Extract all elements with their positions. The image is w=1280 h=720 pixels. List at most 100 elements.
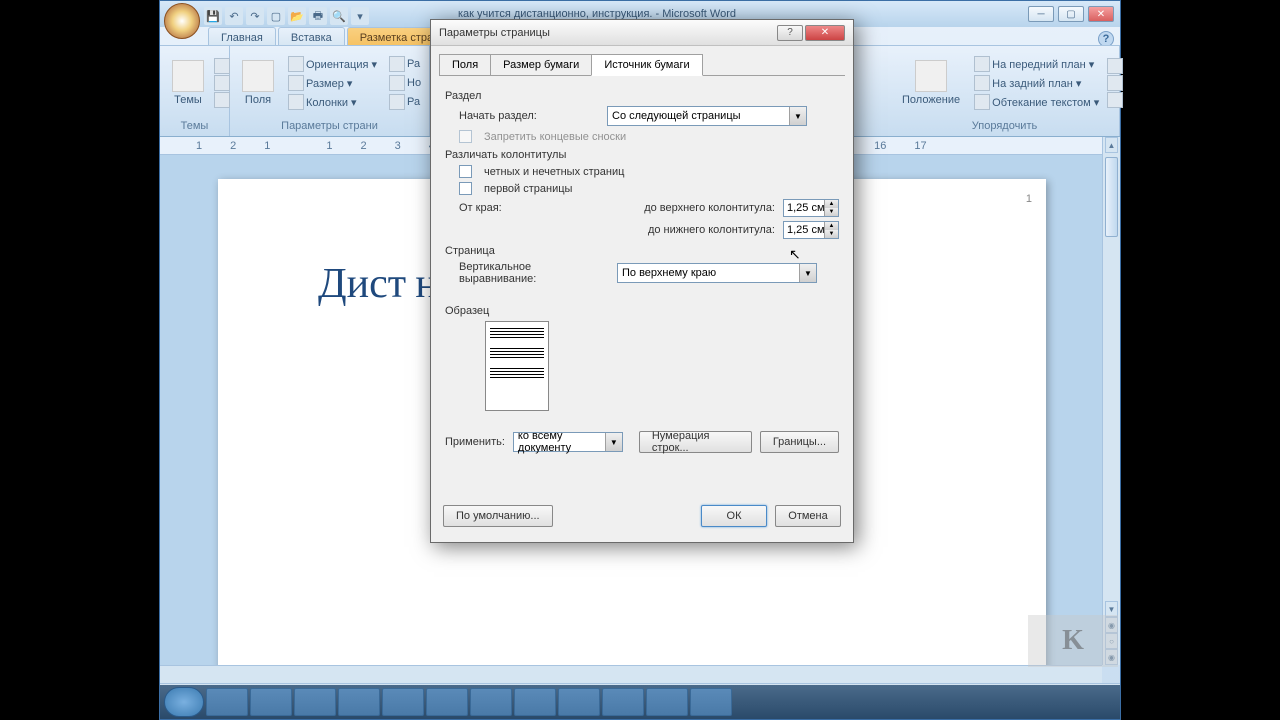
- odd-even-checkbox[interactable]: [459, 165, 472, 178]
- page-number: 1: [1026, 193, 1032, 205]
- scroll-up-button[interactable]: ▲: [1105, 137, 1118, 153]
- columns-button[interactable]: Колонки ▾: [284, 93, 381, 111]
- taskbar-app2[interactable]: [646, 688, 688, 716]
- section-header: Раздел: [445, 90, 839, 102]
- dialog-close-button[interactable]: ✕: [805, 25, 845, 41]
- themes-icon: [172, 60, 204, 92]
- lines-icon: [389, 75, 405, 91]
- default-button[interactable]: По умолчанию...: [443, 505, 553, 527]
- start-section-combo[interactable]: Со следующей страницы▼: [607, 106, 807, 126]
- minimize-button[interactable]: ─: [1028, 6, 1054, 22]
- margins-button[interactable]: Поля: [236, 58, 280, 108]
- text-wrap-button[interactable]: Обтекание текстом ▾: [970, 93, 1103, 111]
- edge-label: От края:: [459, 202, 519, 214]
- spin-up-icon[interactable]: ▲: [824, 200, 838, 208]
- taskbar-folder1[interactable]: [470, 688, 512, 716]
- send-back-button[interactable]: На задний план ▾: [970, 74, 1103, 92]
- taskbar-camera[interactable]: [690, 688, 732, 716]
- qat-save[interactable]: 💾: [204, 7, 222, 25]
- hyph-icon: [389, 94, 405, 110]
- size-icon: [288, 75, 304, 91]
- rotate-icon[interactable]: [1107, 92, 1123, 108]
- taskbar-firefox[interactable]: [294, 688, 336, 716]
- dialog-titlebar[interactable]: Параметры страницы ? ✕: [431, 20, 853, 46]
- taskbar-app1[interactable]: [338, 688, 380, 716]
- align-icon[interactable]: [1107, 58, 1123, 74]
- size-button[interactable]: Размер ▾: [284, 74, 381, 92]
- qat-open[interactable]: 📂: [288, 7, 306, 25]
- first-page-label[interactable]: первой страницы: [484, 183, 572, 195]
- breaks-button[interactable]: Ра: [385, 55, 425, 73]
- group-icon[interactable]: [1107, 75, 1123, 91]
- chevron-down-icon: ▼: [799, 264, 816, 282]
- taskbar-word[interactable]: [602, 688, 644, 716]
- scroll-thumb[interactable]: [1105, 157, 1118, 237]
- effects-icon[interactable]: [214, 92, 230, 108]
- dialog-footer: По умолчанию... ОК Отмена: [431, 497, 853, 535]
- top-hf-label: до верхнего колонтитула:: [644, 202, 775, 214]
- tab-margins[interactable]: Поля: [439, 54, 491, 75]
- chevron-down-icon: ▼: [605, 433, 622, 451]
- quick-access-toolbar: 💾 ↶ ↷ ▢ 📂 🖶 🔍 ▾: [204, 7, 369, 25]
- bot-hf-label: до нижнего колонтитула:: [648, 224, 775, 236]
- preview-thumbnail: [485, 321, 549, 411]
- tab-paper[interactable]: Размер бумаги: [490, 54, 592, 75]
- qat-more[interactable]: ▾: [351, 7, 369, 25]
- vertical-scrollbar[interactable]: ▲ ▼ ◉ ○ ◉: [1102, 137, 1120, 665]
- dialog-tabs: Поля Размер бумаги Источник бумаги: [431, 46, 853, 75]
- margins-icon: [242, 60, 274, 92]
- dialog-help-button[interactable]: ?: [777, 25, 803, 41]
- taskbar-skype[interactable]: [426, 688, 468, 716]
- dialog-body: Раздел Начать раздел: Со следующей стран…: [439, 75, 845, 497]
- cancel-button[interactable]: Отмена: [775, 505, 841, 527]
- start-button[interactable]: [164, 687, 204, 717]
- hyphenation-button[interactable]: Ра: [385, 93, 425, 111]
- spin-up-icon[interactable]: ▲: [824, 222, 838, 230]
- suppress-endnotes-label: Запретить концевые сноски: [484, 131, 626, 143]
- back-icon: [974, 75, 990, 91]
- themes-button[interactable]: Темы: [166, 58, 210, 108]
- valign-combo[interactable]: По верхнему краю▼: [617, 263, 817, 283]
- tab-source[interactable]: Источник бумаги: [591, 54, 702, 76]
- position-icon: [915, 60, 947, 92]
- ok-button[interactable]: ОК: [701, 505, 767, 527]
- columns-icon: [288, 94, 304, 110]
- arrange-group-label: Упорядочить: [896, 118, 1113, 134]
- first-page-checkbox[interactable]: [459, 182, 472, 195]
- page-setup-group-label: Параметры страни: [236, 118, 423, 134]
- themes-group-label: Темы: [166, 118, 223, 134]
- watermark-logo: K: [1028, 615, 1118, 667]
- orientation-button[interactable]: Ориентация ▾: [284, 55, 381, 73]
- taskbar-onenote[interactable]: [514, 688, 556, 716]
- qat-undo[interactable]: ↶: [225, 7, 243, 25]
- suppress-endnotes-checkbox: [459, 130, 472, 143]
- spin-down-icon[interactable]: ▼: [824, 230, 838, 238]
- hf-header: Различать колонтитулы: [445, 149, 839, 161]
- close-button[interactable]: ✕: [1088, 6, 1114, 22]
- maximize-button[interactable]: ▢: [1058, 6, 1084, 22]
- office-button[interactable]: [164, 3, 200, 39]
- borders-button[interactable]: Границы...: [760, 431, 839, 453]
- top-hf-spinner[interactable]: 1,25 см▲▼: [783, 199, 839, 217]
- taskbar-yandex[interactable]: [382, 688, 424, 716]
- taskbar-explorer[interactable]: [250, 688, 292, 716]
- line-numbers-button[interactable]: Нумерация строк...: [639, 431, 752, 453]
- line-numbers-button[interactable]: Но: [385, 74, 425, 92]
- chevron-down-icon: ▼: [789, 107, 806, 125]
- taskbar-ie[interactable]: [206, 688, 248, 716]
- bring-front-button[interactable]: На передний план ▾: [970, 55, 1103, 73]
- qat-print[interactable]: 🖶: [309, 7, 327, 25]
- odd-even-label[interactable]: четных и нечетных страниц: [484, 166, 624, 178]
- qat-redo[interactable]: ↷: [246, 7, 264, 25]
- breaks-icon: [389, 56, 405, 72]
- apply-combo[interactable]: ко всему документу▼: [513, 432, 623, 452]
- spin-down-icon[interactable]: ▼: [824, 208, 838, 216]
- fonts-icon[interactable]: [214, 75, 230, 91]
- taskbar-folder2[interactable]: [558, 688, 600, 716]
- horizontal-scrollbar[interactable]: [160, 665, 1102, 683]
- position-button[interactable]: Положение: [896, 58, 966, 108]
- qat-preview[interactable]: 🔍: [330, 7, 348, 25]
- qat-new[interactable]: ▢: [267, 7, 285, 25]
- colors-icon[interactable]: [214, 58, 230, 74]
- bot-hf-spinner[interactable]: 1,25 см▲▼: [783, 221, 839, 239]
